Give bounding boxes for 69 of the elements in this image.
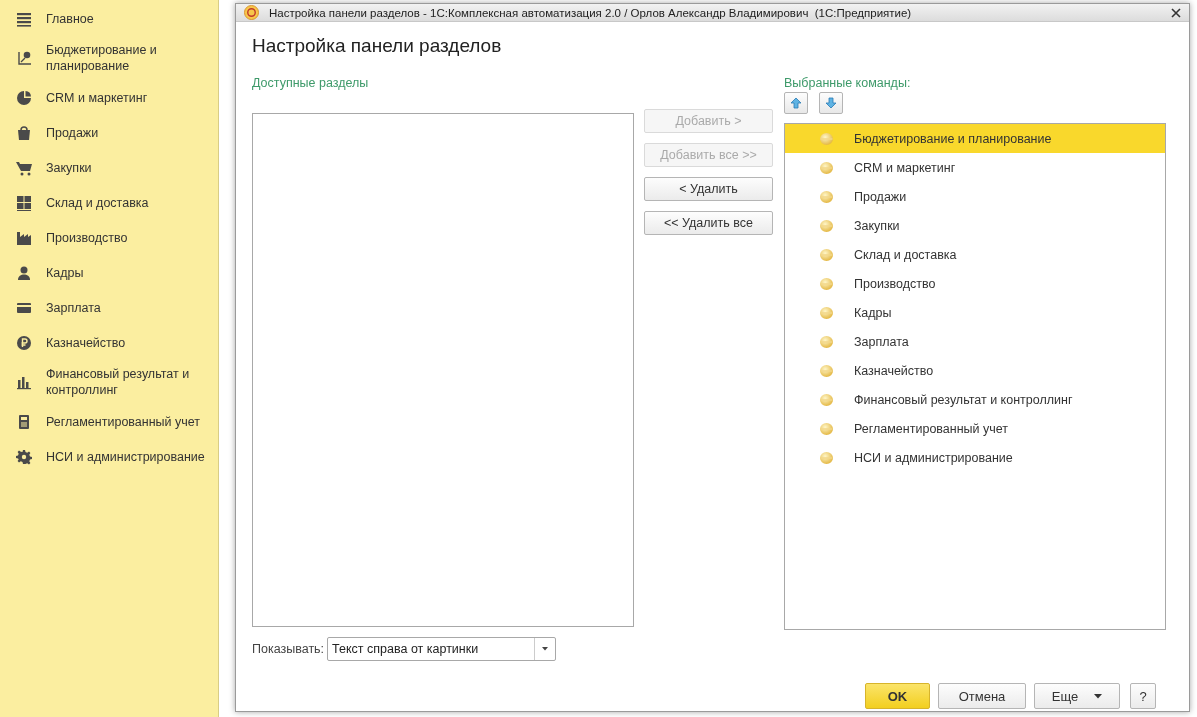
sidebar-item[interactable]: НСИ и администрирование [0, 442, 218, 471]
form-heading: Настройка панели разделов [252, 35, 503, 57]
sidebar-item[interactable]: CRM и маркетинг [0, 83, 218, 112]
section-icon [819, 363, 834, 378]
gear-icon [16, 448, 32, 465]
move-down-button[interactable] [819, 92, 843, 114]
arrow-up-icon [790, 97, 802, 109]
sidebar-item[interactable]: Бюджетирование и планирование [0, 39, 218, 77]
section-icon [819, 305, 834, 320]
sidebar-item[interactable]: Главное [0, 4, 218, 33]
list-row[interactable]: Кадры [785, 298, 1165, 327]
list-row[interactable]: Производство [785, 269, 1165, 298]
sidebar-item[interactable]: Закупки [0, 153, 218, 182]
cancel-button[interactable]: Отмена [938, 683, 1026, 709]
chart-icon [16, 50, 32, 66]
section-icon [819, 421, 834, 436]
section-icon [819, 160, 834, 175]
sidebar-item[interactable]: Кадры [0, 258, 218, 287]
list-row[interactable]: Регламентированный учет [785, 414, 1165, 443]
sidebar-item[interactable]: Склад и доставка [0, 188, 218, 217]
section-icon [819, 218, 834, 233]
ok-button[interactable]: OK [865, 683, 930, 709]
bar-chart-icon [16, 374, 32, 390]
arrow-down-icon [825, 97, 837, 109]
section-icon [819, 189, 834, 204]
ruble-icon [16, 334, 32, 351]
pie-chart-icon [16, 89, 32, 106]
close-icon[interactable] [1171, 7, 1181, 18]
sidebar-item[interactable]: Производство [0, 223, 218, 252]
section-icon [819, 276, 834, 291]
section-icon [819, 131, 834, 146]
menu-icon [16, 10, 32, 27]
move-button[interactable]: << Удалить все [644, 211, 773, 235]
sidebar-item[interactable]: Продажи [0, 118, 218, 147]
list-row[interactable]: Бюджетирование и планирование [785, 124, 1165, 153]
sidebar-item[interactable]: Зарплата [0, 293, 218, 322]
list-row[interactable]: Зарплата [785, 327, 1165, 356]
more-button[interactable]: Еще [1034, 683, 1120, 709]
sidebar-item[interactable]: Регламентированный учет [0, 407, 218, 436]
show-dropdown[interactable]: Текст справа от картинки [327, 637, 557, 661]
help-button[interactable]: ? [1130, 683, 1156, 709]
factory-icon [16, 229, 32, 246]
caret-icon [542, 647, 549, 651]
bag-icon [16, 124, 32, 141]
grid-icon [16, 194, 32, 211]
person-icon [16, 264, 32, 281]
available-label: Доступные разделы [252, 76, 370, 92]
list-row[interactable]: НСИ и администрирование [785, 443, 1165, 472]
list-row[interactable]: Склад и доставка [785, 240, 1165, 269]
section-icon [819, 392, 834, 407]
section-icon [819, 247, 834, 262]
sidebar-item[interactable]: Финансовый результат и контроллинг [0, 363, 218, 401]
app-logo-icon [244, 5, 259, 20]
list-row[interactable]: Казначейство [785, 356, 1165, 385]
sidebar-item[interactable]: Казначейство [0, 328, 218, 357]
chosen-label: Выбранные команды: [784, 76, 912, 92]
list-row[interactable]: Закупки [785, 211, 1165, 240]
show-label: Показывать: [252, 642, 325, 656]
caret-icon [1094, 693, 1103, 699]
section-icon [819, 334, 834, 349]
cart-icon [16, 159, 32, 176]
list-row[interactable]: CRM и маркетинг [785, 153, 1165, 182]
list-row[interactable]: Продажи [785, 182, 1165, 211]
section-icon [819, 450, 834, 465]
window-title: Настройка панели разделов - 1С:Комплексная автоматизация 2.0 / Орлов Александр Владимирович (1С:Предприятие) [269, 6, 913, 19]
move-button[interactable]: < Удалить [644, 177, 773, 201]
calculator-icon [16, 413, 32, 430]
list-row[interactable]: Финансовый результат и контроллинг [785, 385, 1165, 414]
move-up-button[interactable] [784, 92, 808, 114]
